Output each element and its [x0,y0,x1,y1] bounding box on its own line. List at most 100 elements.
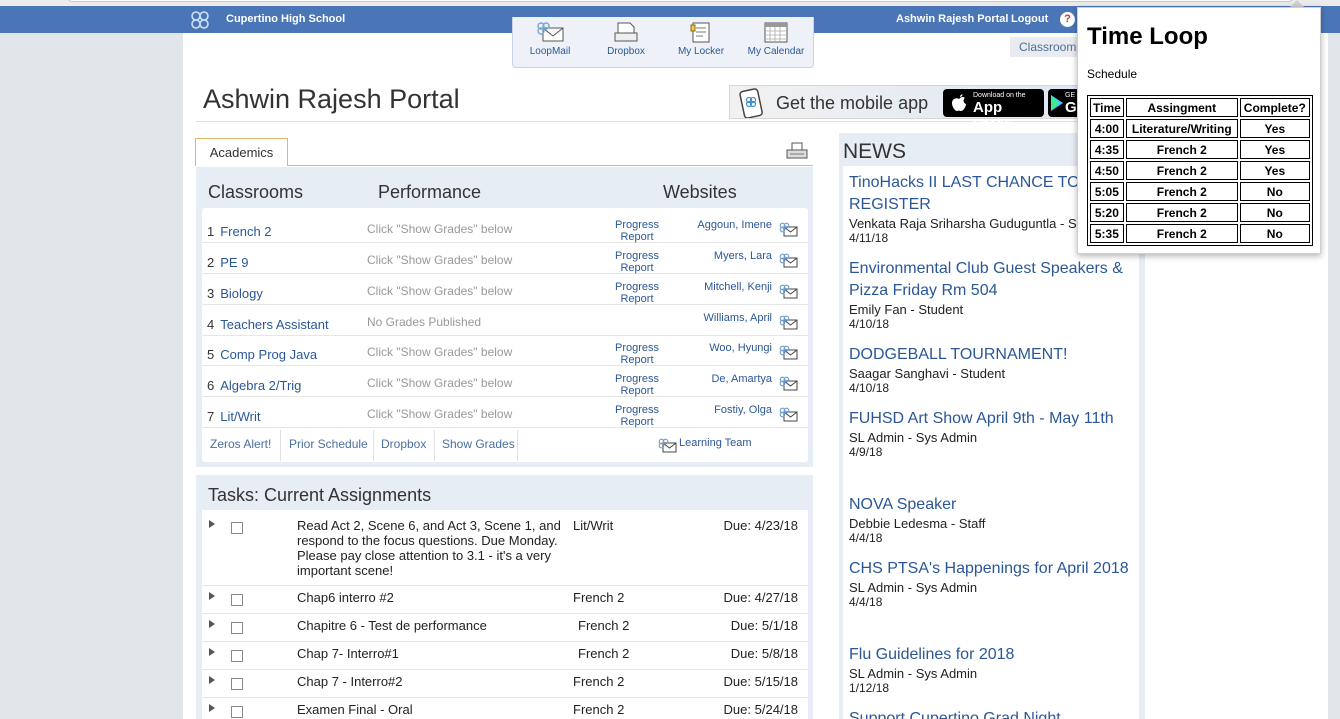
teacher-link[interactable]: Mitchell, Kenji [704,281,772,293]
expand-arrow-icon[interactable] [209,704,215,712]
class-period: 4 [207,317,215,332]
schedule-assignment: French 2 [1125,161,1238,180]
logout-link[interactable]: Logout [1011,13,1048,25]
expand-arrow-icon[interactable] [209,676,215,684]
mail-teacher-icon[interactable] [779,345,798,365]
task-description[interactable]: Chap 7- Interro#1 [297,646,567,661]
progress-report-link[interactable]: Progress ReportProgressReport [610,404,664,428]
news-title-link[interactable]: NOVA Speaker [849,494,1134,516]
news-title-link[interactable]: Flu Guidelines for 2018 [849,644,1134,666]
progress-report-link[interactable]: Progress ReportProgressReport [610,281,664,305]
schedule-time: 5:20 [1090,203,1124,222]
performance-text: Click "Show Grades" below [367,284,513,298]
task-row: Chapitre 6 - Test de performance French 2… [202,614,808,642]
expand-arrow-icon[interactable] [209,620,215,628]
google-play-small: GE [1065,92,1076,99]
task-description[interactable]: Examen Final - Oral [297,702,567,717]
zeros-alert-link[interactable]: Zeros Alert! [210,437,271,451]
task-class: French 2 [578,618,630,633]
class-name-link[interactable]: 3 Biology [207,286,263,301]
my-locker-button[interactable]: My Locker [664,21,738,57]
schoolloop-logo-icon[interactable] [190,10,210,30]
classroom-tab[interactable]: Classroom [1010,37,1080,57]
news-title-link[interactable]: CHS PTSA's Happenings for April 2018 [849,558,1134,580]
expand-arrow-icon[interactable] [209,592,215,600]
news-item: CHS PTSA's Happenings for April 2018 SL A… [849,558,1134,609]
portal-link[interactable]: Ashwin Rajesh Portal [896,13,1008,25]
teacher-link[interactable]: De, Amartya [711,373,772,385]
help-icon[interactable]: ? [1060,12,1075,27]
progress-report-link[interactable]: Progress ReportProgressReport [610,342,664,366]
task-description[interactable]: Chap 7 - Interro#2 [297,674,567,689]
teacher-link[interactable]: Aggoun, Imene [697,219,772,231]
mail-teacher-icon[interactable] [779,407,798,427]
schedule-time: 4:50 [1090,161,1124,180]
task-description[interactable]: Chapitre 6 - Test de performance [297,618,567,633]
progress-report-link[interactable]: Progress ReportProgressReport [610,250,664,274]
class-name-link[interactable]: 1 French 2 [207,224,272,239]
task-checkbox[interactable] [231,706,243,718]
schedule-row: 5:35 French 2 No [1090,224,1310,243]
news-author: SL Admin - Sys Admin [849,430,978,445]
class-name-link[interactable]: 7 Lit/Writ [207,409,260,424]
prior-schedule-link[interactable]: Prior Schedule [289,437,368,451]
school-name[interactable]: Cupertino High School [226,13,345,25]
dropbox-link[interactable]: Dropbox [381,437,426,451]
schedule-assignment: Literature/Writing [1125,119,1238,138]
teacher-link[interactable]: Fostiy, Olga [714,404,772,416]
class-name-link[interactable]: 5 Comp Prog Java [207,347,317,362]
task-due-date: Due: 4/27/18 [723,590,798,605]
expand-arrow-icon[interactable] [209,520,215,528]
news-title-link[interactable]: Environmental Club Guest Speakers & Pizz… [849,258,1134,302]
divider [373,430,374,461]
print-icon[interactable] [786,142,808,160]
news-author: Emily Fan - Student [849,302,964,317]
dropbox-button[interactable]: Dropbox [589,21,663,57]
address-bar[interactable] [68,0,1293,2]
progress-report-link[interactable]: Progress ReportProgressReport [610,373,664,397]
mail-teacher-icon[interactable] [779,284,798,304]
progress-report-link[interactable]: Progress ReportProgressReport [610,219,664,243]
task-checkbox[interactable] [231,594,243,606]
schedule-time: 5:05 [1090,182,1124,201]
mobile-app-banner[interactable]: Get the mobile app Download on the App S… [729,85,1082,133]
news-title-link[interactable]: DODGEBALL TOURNAMENT! [849,344,1134,366]
app-store-button[interactable]: Download on the App Store [943,89,1044,133]
expand-arrow-icon[interactable] [209,648,215,656]
performance-text: Click "Show Grades" below [367,345,513,359]
loopmail-button[interactable]: LoopMail [513,21,587,57]
show-grades-link[interactable]: Show Grades [442,437,515,451]
my-calendar-button[interactable]: My Calendar [739,21,813,57]
teacher-link[interactable]: Myers, Lara [714,250,772,262]
mail-teacher-icon[interactable] [779,315,798,335]
schedule-table: Time Assingment Complete? 4:00 Literature… [1087,95,1313,246]
class-name-link[interactable]: 4 Teachers Assistant [207,317,329,332]
mail-teacher-icon[interactable] [779,253,798,273]
teacher-link[interactable]: Williams, April [704,312,772,324]
task-due-date: Due: 5/24/18 [723,702,798,717]
mail-teacher-icon[interactable] [779,222,798,242]
task-description[interactable]: Read Act 2, Scene 6, and Act 3, Scene 1,… [297,518,567,578]
news-title-link[interactable]: Support Cupertino Grad Night [849,708,1134,719]
learning-team-mail-icon[interactable] [658,438,677,453]
task-checkbox[interactable] [231,678,243,690]
task-checkbox[interactable] [231,522,243,534]
news-author: Saagar Sanghavi - Student [849,366,1006,381]
teacher-link[interactable]: Woo, Hyungi [709,342,772,354]
task-row: Chap6 interro #2 French 2 Due: 4/27/18 [202,586,808,614]
news-item: FUHSD Art Show April 9th - May 11th SL Ad… [849,408,1134,459]
time-loop-popup: Time Loop Schedule Time Assingment Compl… [1077,7,1321,254]
news-title-link[interactable]: FUHSD Art Show April 9th - May 11th [849,408,1134,430]
mail-teacher-icon[interactable] [779,376,798,396]
schedule-row: 4:50 French 2 Yes [1090,161,1310,180]
class-name-link[interactable]: 2 PE 9 [207,255,248,270]
class-name-link[interactable]: 6 Algebra 2/Trig [207,378,301,393]
tab-academics[interactable]: Academics [195,138,288,166]
task-description[interactable]: Chap6 interro #2 [297,590,567,605]
task-checkbox[interactable] [231,622,243,634]
task-checkbox[interactable] [231,650,243,662]
schedule-assignment: French 2 [1125,203,1238,222]
class-name: Biology [220,286,263,301]
class-row: 2 PE 9 Click "Show Grades" below Progress R… [202,243,808,274]
learning-team-link[interactable]: Learning Team [679,437,752,449]
